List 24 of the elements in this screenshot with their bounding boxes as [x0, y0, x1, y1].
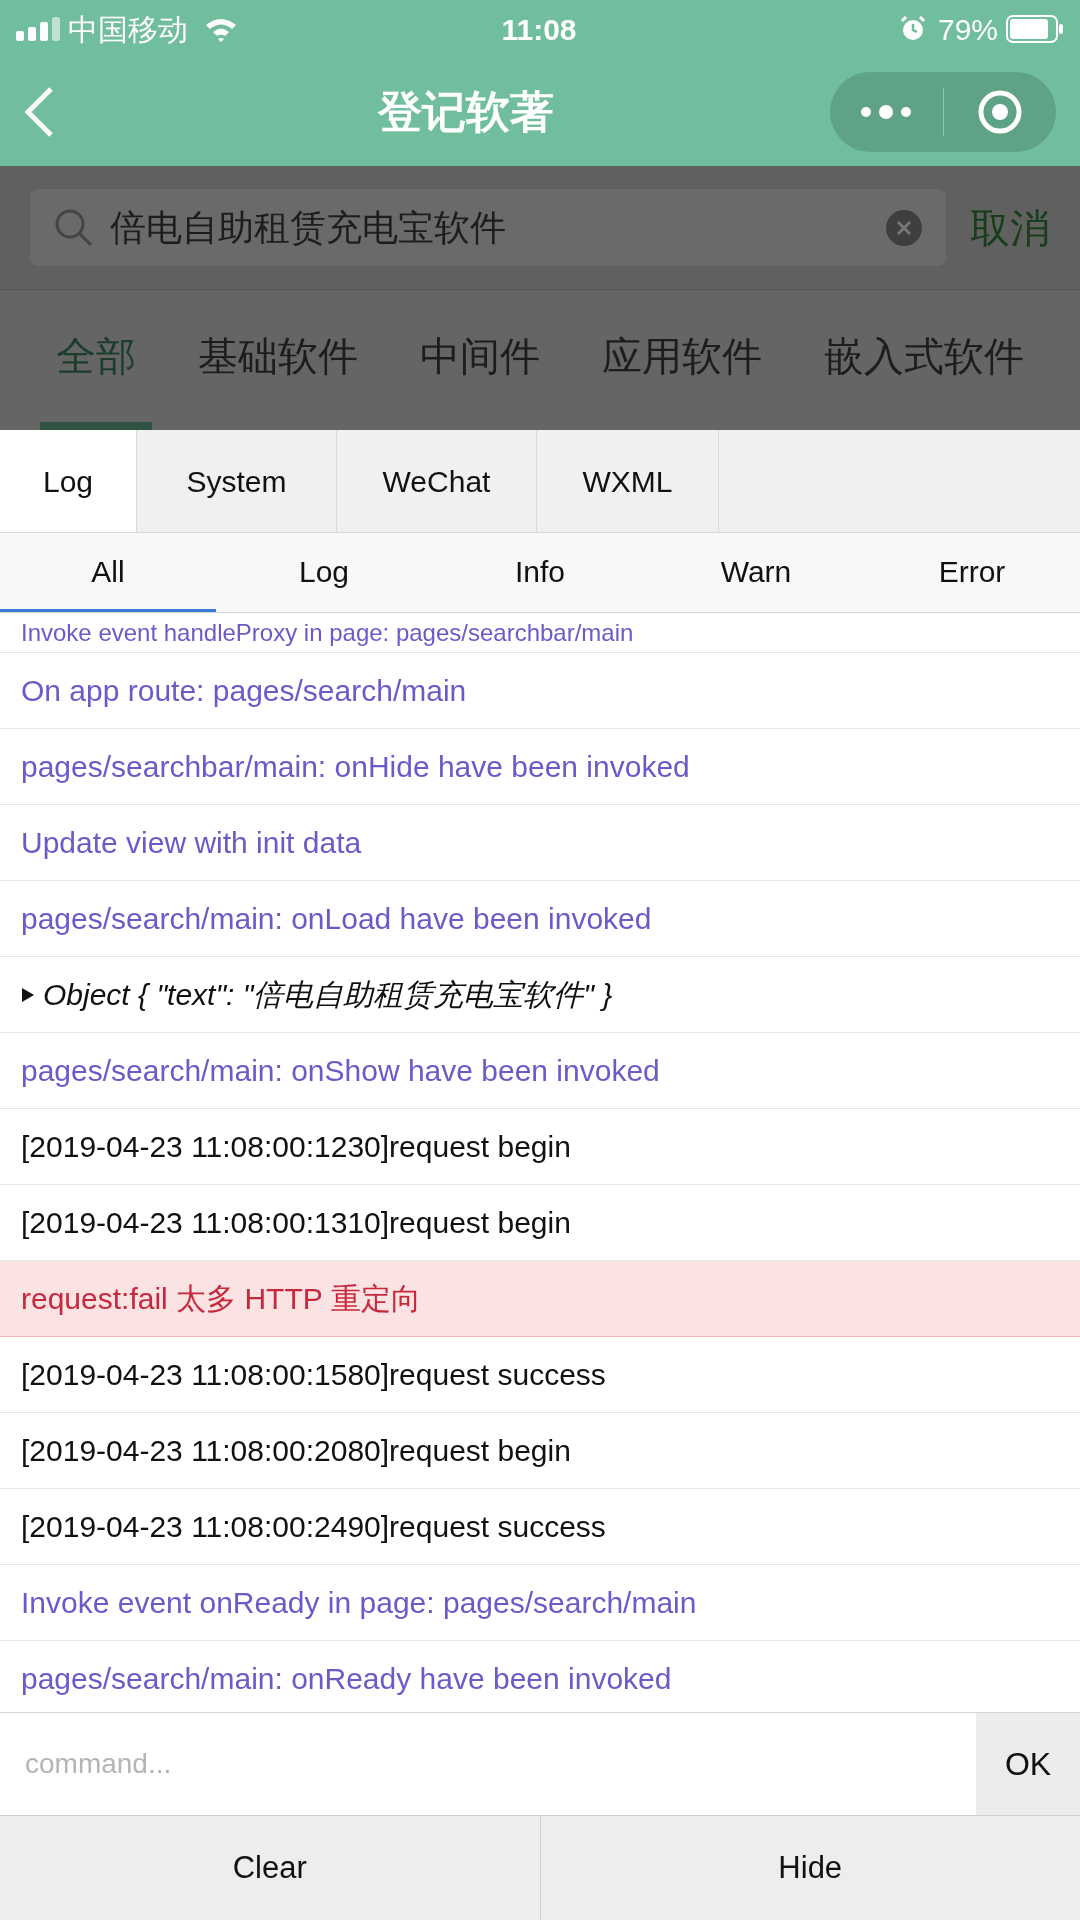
carrier-label: 中国移动: [68, 11, 188, 48]
battery-percent: 79%: [937, 11, 998, 48]
alarm-icon: [899, 16, 926, 42]
wifi-icon: [204, 16, 238, 42]
filter-tab[interactable]: Warn: [648, 533, 864, 612]
search-icon: [54, 207, 94, 248]
log-entry: request:fail 太多 HTTP 重定向: [0, 1261, 1080, 1337]
filter-tab[interactable]: Info: [432, 533, 648, 612]
page-title: 登记软著: [378, 86, 554, 138]
filter-tab[interactable]: Error: [864, 533, 1080, 612]
ok-button[interactable]: OK: [976, 1713, 1080, 1815]
back-icon: [24, 86, 54, 138]
more-icon: [860, 105, 913, 119]
console-tab[interactable]: Log: [0, 430, 137, 532]
target-icon: [976, 89, 1023, 135]
status-time: 11:08: [501, 11, 577, 48]
search-value: 倍电自助租赁充电宝软件: [110, 205, 507, 250]
console-action-button[interactable]: Clear: [0, 1816, 541, 1920]
filter-tab[interactable]: Log: [216, 533, 432, 612]
console-action-button[interactable]: Hide: [540, 1816, 1080, 1920]
caret-icon[interactable]: [21, 986, 35, 1003]
signal-icon: [16, 17, 60, 41]
clear-icon[interactable]: [886, 209, 922, 246]
battery-icon: [1006, 15, 1064, 43]
